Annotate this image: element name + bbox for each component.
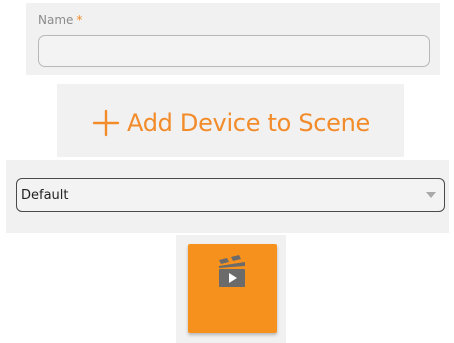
scene-select[interactable]: Default bbox=[16, 178, 445, 212]
add-device-content: Add Device to Scene bbox=[91, 108, 370, 138]
clapperboard-play-icon bbox=[214, 254, 250, 290]
scene-select-value: Default bbox=[21, 187, 69, 203]
scene-select-panel: Default bbox=[6, 160, 449, 233]
add-device-label: Add Device to Scene bbox=[127, 108, 370, 137]
name-field-panel: Name * bbox=[26, 3, 440, 75]
scene-editor: Name * Add Device to Scene Default bbox=[0, 0, 454, 343]
scene-tile[interactable] bbox=[188, 244, 277, 333]
chevron-down-icon bbox=[426, 192, 436, 198]
name-label: Name * bbox=[38, 13, 82, 27]
name-label-text: Name bbox=[38, 13, 74, 27]
plus-icon bbox=[91, 108, 121, 138]
add-device-button[interactable]: Add Device to Scene bbox=[57, 84, 404, 157]
name-input[interactable] bbox=[38, 35, 430, 67]
required-marker: * bbox=[76, 13, 83, 27]
scene-tile-panel bbox=[176, 235, 286, 343]
